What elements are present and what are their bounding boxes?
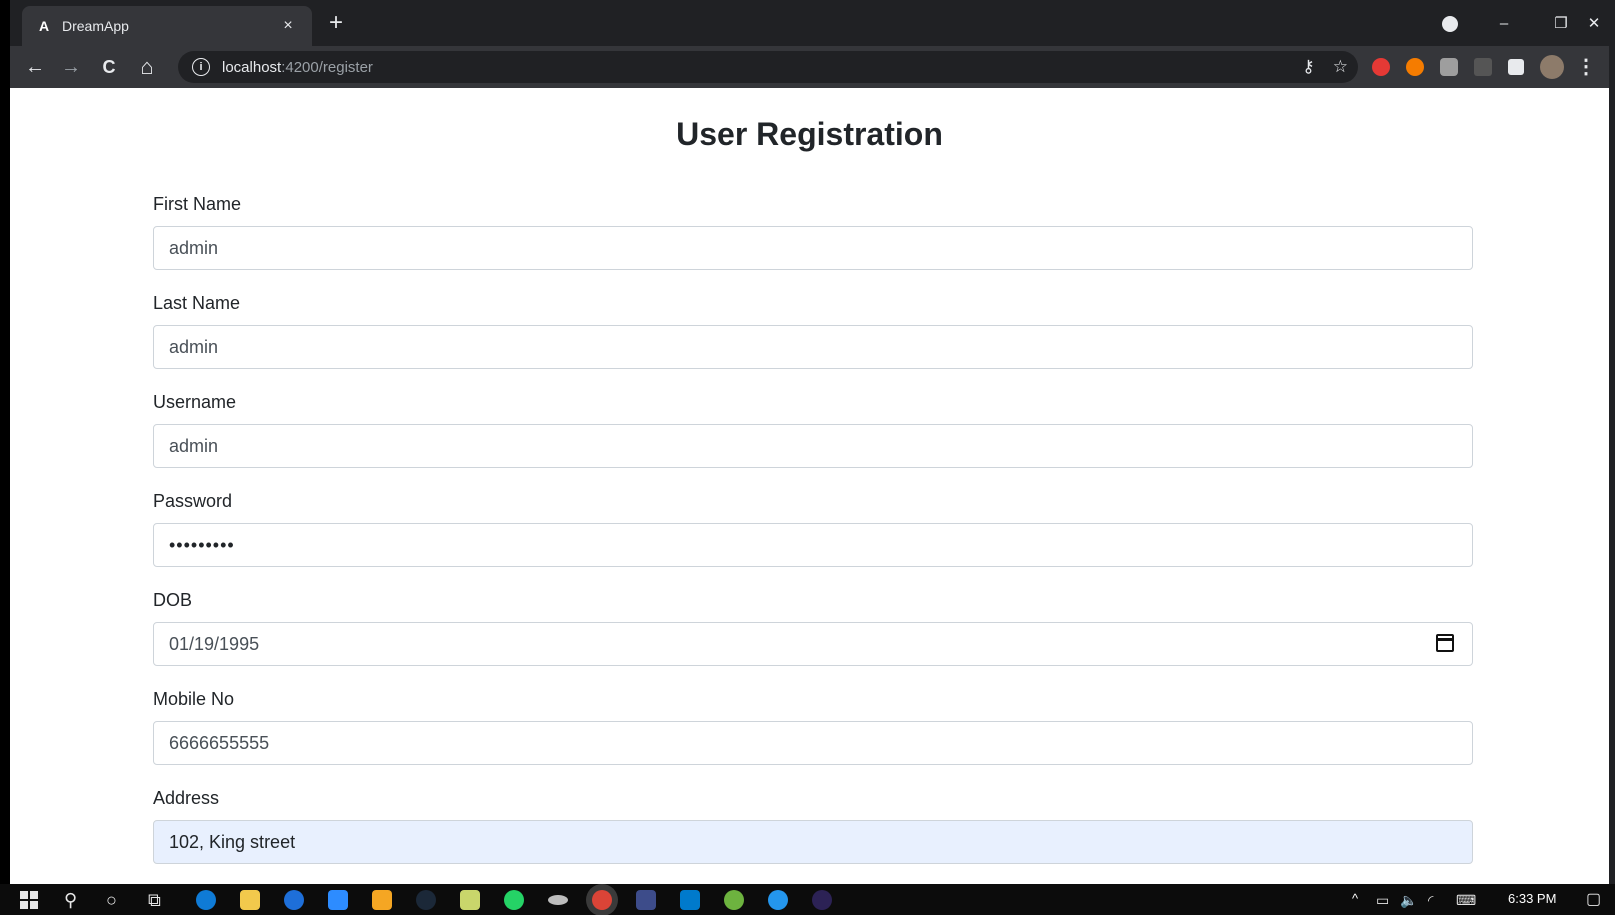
page-title: User Registration [676, 116, 943, 152]
site-info-icon[interactable]: i [192, 58, 210, 76]
password-key-icon[interactable]: ⚷ [1302, 57, 1314, 77]
back-button[interactable]: ← [20, 52, 50, 82]
wifi-icon[interactable]: ◜ [1428, 888, 1433, 912]
whatsapp-icon[interactable] [504, 890, 524, 910]
dob-label: DOB [153, 590, 193, 610]
cortana-icon[interactable]: ○ [106, 888, 117, 912]
extension-icon[interactable] [1474, 58, 1492, 76]
url-path: :4200/register [281, 58, 373, 76]
spring-tools-icon[interactable] [724, 890, 744, 910]
close-window-button[interactable]: ✕ [1579, 10, 1609, 38]
ssms-icon[interactable] [636, 890, 656, 910]
extension-icon[interactable] [1406, 58, 1424, 76]
bookmark-star-icon[interactable]: ☆ [1333, 57, 1348, 77]
task-view-icon[interactable]: ⧉ [148, 888, 161, 912]
tray-overflow-icon[interactable]: ^ [1352, 891, 1358, 906]
sublime-icon[interactable] [372, 890, 392, 910]
angular-favicon-icon: A [38, 18, 50, 34]
search-icon[interactable]: ⚲ [64, 888, 77, 912]
volume-icon[interactable]: 🔈 [1400, 888, 1417, 912]
extension-icon[interactable] [1440, 58, 1458, 76]
zoom-icon[interactable] [328, 890, 348, 910]
password-label: Password [153, 491, 233, 511]
address-input[interactable]: 102, King street [153, 820, 1473, 864]
mobile-no-label: Mobile No [153, 689, 235, 709]
restore-button[interactable]: ❐ [1541, 10, 1581, 38]
address-label: Address [153, 788, 220, 808]
last-name-input[interactable]: admin [153, 325, 1473, 369]
password-value: ••••••••• [169, 534, 235, 555]
notepad-icon[interactable] [460, 890, 480, 910]
tab-title: DreamApp [62, 18, 129, 34]
forward-button[interactable]: → [56, 52, 86, 82]
profile-menu-icon[interactable] [1442, 16, 1458, 32]
extensions-puzzle-icon[interactable] [1508, 59, 1524, 75]
reload-button[interactable]: C [94, 52, 124, 82]
ie-icon[interactable] [284, 890, 304, 910]
clock-time[interactable]: 6:33 PM [1508, 891, 1556, 906]
last-name-value: admin [169, 336, 219, 357]
battery-icon[interactable]: ▭ [1376, 888, 1389, 912]
registration-page: User Registration First Name admin Last … [10, 88, 1609, 884]
windows-start-icon[interactable] [20, 888, 40, 912]
screen-edge [0, 0, 10, 884]
tab-close-icon[interactable]: × [278, 17, 298, 35]
home-button[interactable]: ⌂ [132, 52, 162, 82]
last-name-label: Last Name [153, 293, 241, 313]
address-bar[interactable]: i localhost:4200/register ⚷ ☆ [178, 51, 1358, 83]
mobile-no-input[interactable]: 6666655555 [153, 721, 1473, 765]
browser-tab[interactable]: A DreamApp × [22, 6, 312, 46]
browser-toolbar: ← → C ⌂ i localhost:4200/register ⚷ ☆ ⋮ [10, 46, 1609, 88]
screen: A DreamApp × + – ❐ ✕ ← → C ⌂ i localhost… [0, 0, 1615, 915]
avatar[interactable] [1540, 55, 1564, 79]
kebab-menu-icon[interactable]: ⋮ [1576, 52, 1596, 82]
address-value: 102, King street [169, 831, 296, 852]
dob-value: 01/19/1995 [169, 633, 260, 654]
screen-edge [1609, 0, 1615, 884]
username-input[interactable]: admin [153, 424, 1473, 468]
username-label: Username [153, 392, 237, 412]
keyboard-icon[interactable]: ⌨ [1456, 888, 1476, 912]
first-name-label: First Name [153, 194, 242, 214]
file-explorer-icon[interactable] [240, 890, 260, 910]
adblock-extension-icon[interactable] [1372, 58, 1390, 76]
steam-icon[interactable] [416, 890, 436, 910]
vscode-icon[interactable] [680, 890, 700, 910]
first-name-input[interactable]: admin [153, 226, 1473, 270]
docker-icon[interactable] [768, 890, 788, 910]
chrome-icon[interactable] [592, 890, 612, 910]
new-tab-button[interactable]: + [322, 10, 350, 38]
username-value: admin [169, 435, 219, 456]
eclipse-ide-icon[interactable] [812, 890, 832, 910]
notifications-icon[interactable]: ▢ [1586, 888, 1601, 912]
edge-icon[interactable] [196, 890, 216, 910]
windows-taskbar: ⚲ ○ ⧉ ^ ▭ 🔈 ◜ ⌨ 6:33 PM ▢ [0, 884, 1615, 915]
minimize-button[interactable]: – [1484, 10, 1524, 38]
eclipse-icon[interactable] [548, 895, 568, 905]
browser-tab-bar: A DreamApp × + – ❐ ✕ [10, 0, 1609, 46]
calendar-icon[interactable] [1436, 634, 1454, 652]
password-input[interactable]: ••••••••• [153, 523, 1473, 567]
omnibox-actions: ⚷ ☆ [1302, 57, 1348, 77]
url-host: localhost [222, 58, 282, 76]
first-name-value: admin [169, 237, 219, 258]
mobile-no-value: 6666655555 [169, 732, 270, 753]
dob-input[interactable]: 01/19/1995 [153, 622, 1473, 666]
